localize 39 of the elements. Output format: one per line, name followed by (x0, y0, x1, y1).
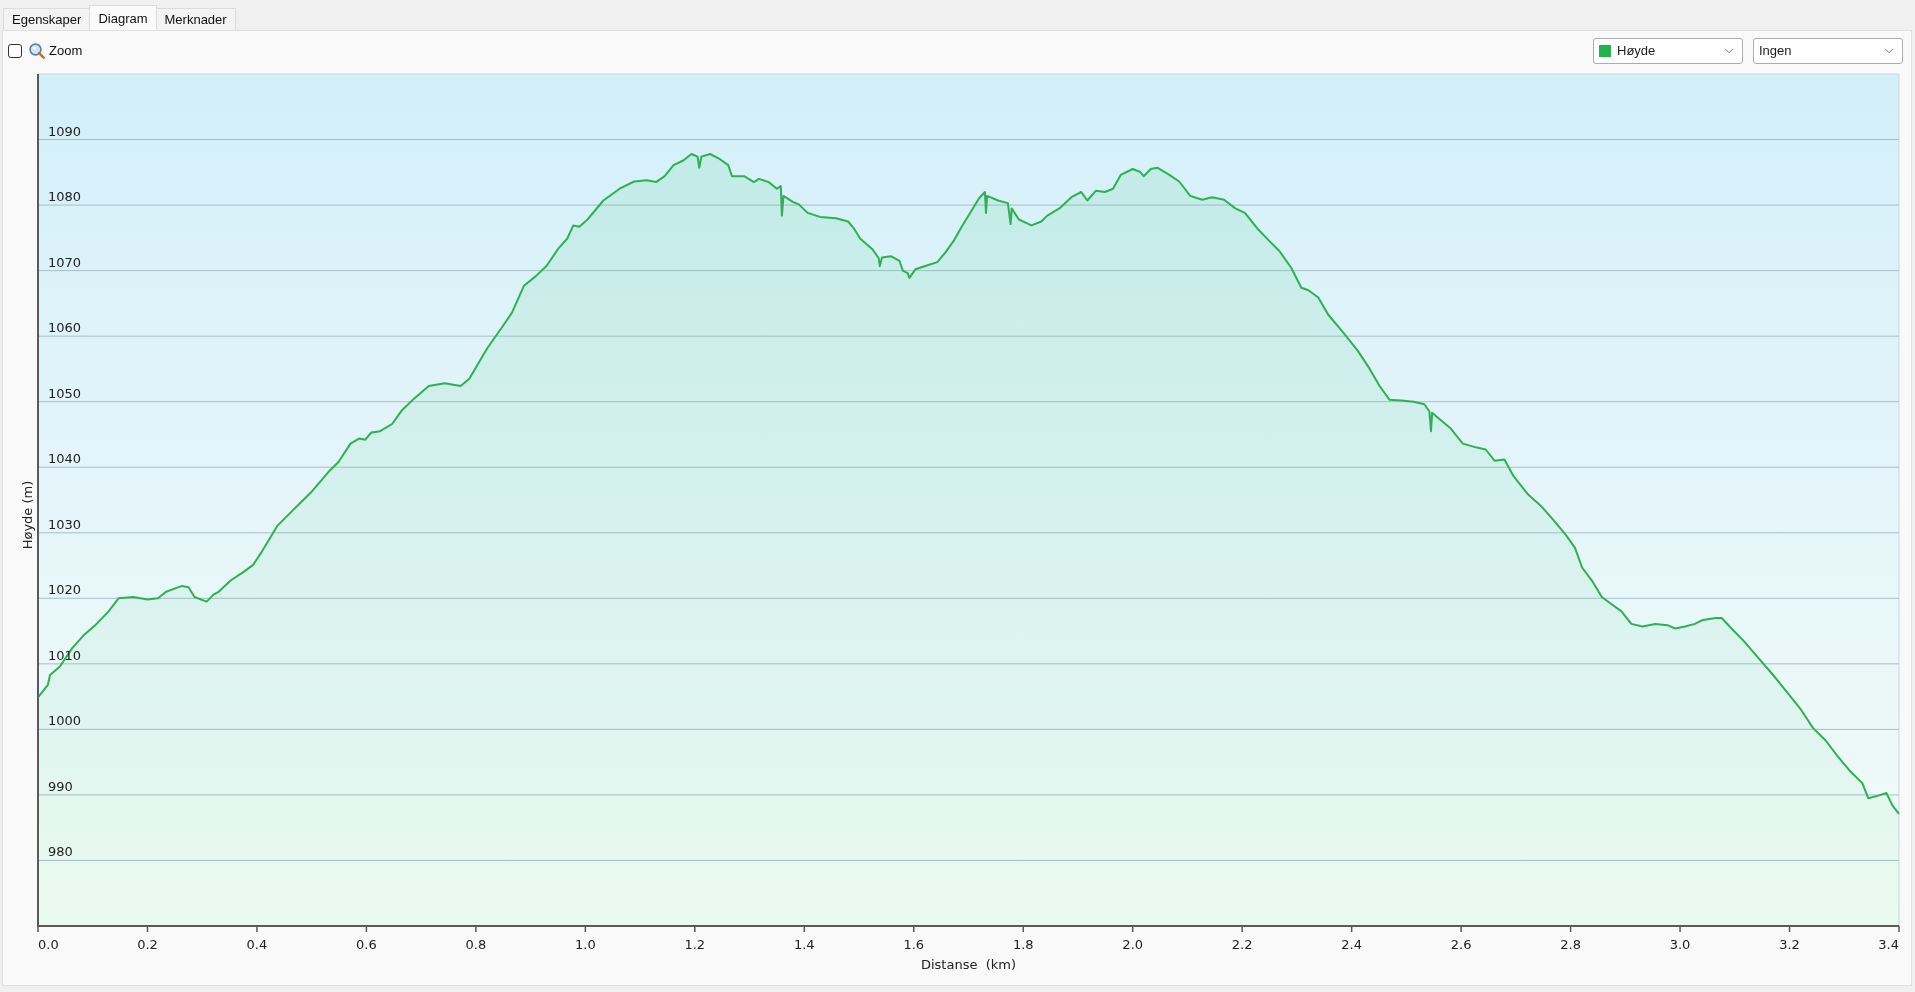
y-tick-label: 980 (48, 844, 73, 860)
magnifier-icon (29, 42, 45, 59)
y-tick-label: 1050 (48, 385, 82, 401)
y-tick-label: 1020 (48, 582, 82, 598)
zoom-label: Zoom (49, 43, 83, 58)
y-tick-label: 1080 (48, 189, 82, 205)
x-tick-label: 0.6 (356, 937, 377, 952)
x-tick-label: 0.2 (137, 937, 158, 952)
x-axis-title: Distanse (km) (920, 957, 1017, 972)
x-tick-label: 2.8 (1560, 937, 1581, 952)
dropdown[interactable]: Ingen (1753, 37, 1903, 64)
zoom-checkbox[interactable] (8, 43, 22, 58)
tab[interactable]: Diagram (89, 5, 157, 30)
x-tick-label: 2.6 (1450, 937, 1472, 952)
x-tick-label: 2.4 (1341, 937, 1362, 952)
y-tick-label: 1090 (48, 123, 82, 139)
x-tick-label: 2.2 (1231, 937, 1253, 952)
x-tick-label: 3.2 (1779, 937, 1800, 952)
y-tick-label: 1060 (48, 320, 82, 336)
x-tick-label: 1.6 (903, 937, 925, 952)
x-tick-label: 3.0 (1669, 937, 1691, 952)
x-tick-label: 1.2 (684, 937, 706, 952)
x-tick-label: 0.8 (465, 937, 487, 952)
x-tick-label: 1.0 (575, 937, 596, 952)
dropdown[interactable]: Høyde (1593, 37, 1743, 64)
y-tick-label: 1040 (48, 451, 82, 467)
tab[interactable]: Merknader (155, 8, 236, 30)
x-tick-label: 3.4 (1878, 937, 1899, 952)
x-tick-label: 1.4 (793, 937, 815, 952)
x-tick-label: 1.8 (1012, 937, 1034, 952)
y-tick-label: 990 (48, 778, 73, 794)
y-tick-label: 1000 (48, 713, 82, 729)
x-tick-label: 0.0 (38, 937, 59, 952)
y-axis-title: Høyde (m) (20, 480, 35, 550)
tab[interactable]: Egenskaper (3, 8, 91, 30)
y-tick-label: 1030 (48, 516, 82, 532)
x-tick-label: 0.4 (246, 937, 268, 952)
x-tick-label: 2.0 (1122, 937, 1144, 952)
y-tick-label: 1070 (48, 254, 82, 270)
